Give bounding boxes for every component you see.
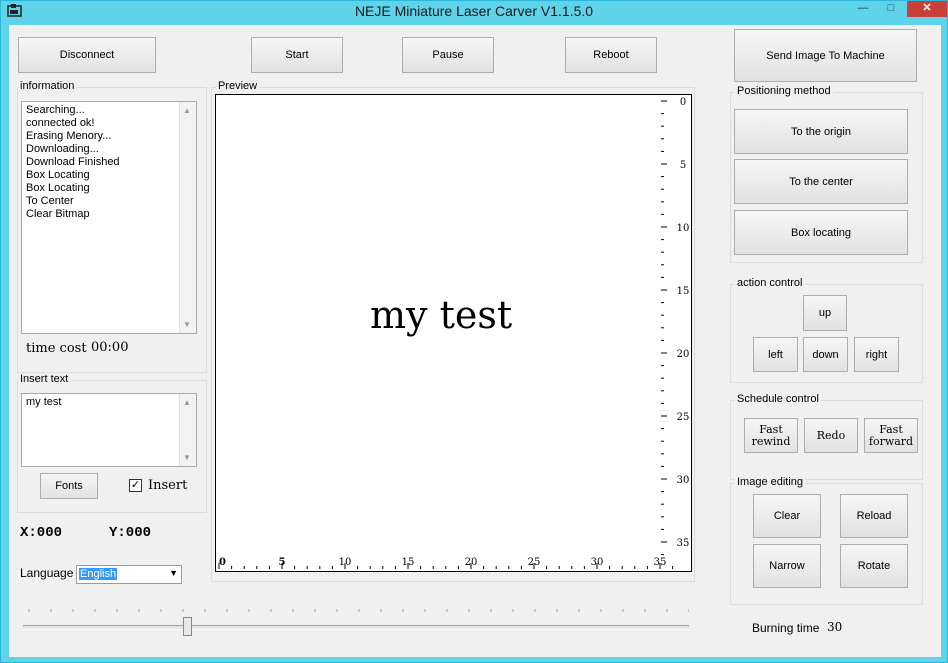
log-line: connected ok! (26, 117, 95, 129)
insert-checkbox[interactable]: ✓ (129, 479, 142, 492)
preview-text: my test (370, 293, 513, 337)
ruler-right-label: 0 (680, 97, 686, 108)
reload-button[interactable]: Reload (840, 494, 908, 538)
log-lines: Searching... connected ok! Erasing Menory.… (26, 104, 192, 221)
log-line: To Center (26, 195, 74, 207)
action-control-label: action control (735, 277, 805, 289)
send-image-button[interactable]: Send Image To Machine (734, 29, 917, 82)
ruler-right-label: 5 (680, 160, 686, 171)
language-selected-value: English (79, 568, 118, 580)
time-cost-label: time cost (26, 341, 87, 356)
log-line: Box Locating (26, 169, 90, 181)
ruler-bottom-label: 35 (654, 557, 667, 568)
checkmark-icon: ✓ (130, 479, 141, 491)
to-center-button[interactable]: To the center (734, 159, 908, 204)
fast-forward-line2: forward (868, 434, 914, 448)
client-area: Disconnect Start Pause Reboot Send Image… (9, 25, 941, 657)
insert-text-value: my test (26, 396, 62, 408)
x-coordinate: X:000 (20, 525, 63, 541)
ruler-right-label: 25 (677, 412, 690, 423)
ruler-right-label: 20 (677, 349, 690, 360)
fast-rewind-button[interactable]: Fast rewind (744, 418, 798, 453)
ruler-bottom-label: 30 (591, 557, 604, 568)
insert-checkbox-label: Insert (148, 478, 188, 493)
scroll-up-icon[interactable]: ▲ (183, 396, 191, 409)
right-button[interactable]: right (854, 337, 899, 372)
narrow-button[interactable]: Narrow (753, 544, 821, 588)
ruler-bottom-label: 15 (402, 557, 415, 568)
burning-time-value: 30 (827, 620, 843, 634)
information-label: information (18, 80, 77, 92)
ruler-right-label: 35 (677, 538, 690, 549)
ruler-bottom-label: 0 (219, 557, 226, 568)
language-label: Language (20, 566, 74, 580)
reboot-button[interactable]: Reboot (565, 37, 657, 73)
log-line: Downloading... (26, 143, 99, 155)
ruler-right-label: 30 (677, 475, 690, 486)
title-bar: NEJE Miniature Laser Carver V1.1.5.0 — □… (1, 1, 947, 23)
slider-thumb[interactable] (183, 617, 192, 636)
close-button[interactable]: ✕ (907, 1, 947, 17)
fast-forward-line1: Fast (879, 422, 903, 436)
clear-button[interactable]: Clear (753, 494, 821, 538)
up-button[interactable]: up (803, 295, 847, 331)
chevron-down-icon: ▼ (169, 568, 178, 578)
scroll-up-icon[interactable]: ▲ (183, 104, 191, 117)
pause-button[interactable]: Pause (402, 37, 494, 73)
log-line: Erasing Menory... (26, 130, 112, 142)
positioning-label: Positioning method (735, 85, 833, 97)
y-coordinate: Y:000 (109, 525, 152, 541)
log-line: Download Finished (26, 156, 120, 168)
fonts-button[interactable]: Fonts (40, 473, 98, 499)
fast-forward-button[interactable]: Fast forward (864, 418, 918, 453)
ruler-bottom-label: 5 (279, 557, 286, 568)
scroll-down-icon[interactable]: ▼ (183, 318, 191, 331)
redo-button[interactable]: Redo (804, 418, 858, 453)
preview-canvas[interactable]: my test 0 5 10 15 20 25 30 35 0 5 10 15 20 25 30 35 (215, 94, 692, 572)
start-button[interactable]: Start (251, 37, 343, 73)
ruler-bottom-label: 20 (465, 557, 478, 568)
image-editing-label: Image editing (735, 476, 806, 488)
ruler-right-label: 10 (677, 223, 690, 234)
ruler-bottom-label: 25 (528, 557, 541, 568)
insert-text-input[interactable]: my test ▲ ▼ (21, 393, 197, 467)
fast-rewind-line1: Fast (759, 422, 783, 436)
insert-text-label: Insert text (18, 373, 71, 385)
bottom-ruler: 0 5 10 15 20 25 30 35 (218, 557, 674, 569)
slider-track (23, 625, 689, 630)
scroll-down-icon[interactable]: ▼ (183, 451, 191, 464)
ruler-bottom-label: 10 (339, 557, 352, 568)
log-scrollbar[interactable]: ▲ ▼ (179, 102, 196, 333)
log-line: Searching... (26, 104, 85, 116)
rotate-button[interactable]: Rotate (840, 544, 908, 588)
ruler-right-label: 15 (677, 286, 690, 297)
to-origin-button[interactable]: To the origin (734, 109, 908, 154)
fast-rewind-line2: rewind (751, 434, 791, 448)
preview-label: Preview (216, 80, 260, 92)
log-listbox[interactable]: Searching... connected ok! Erasing Menory.… (21, 101, 197, 334)
log-line: Clear Bitmap (26, 208, 90, 220)
schedule-control-label: Schedule control (735, 393, 821, 405)
box-locating-button[interactable]: Box locating (734, 210, 908, 255)
insert-scrollbar[interactable]: ▲ ▼ (179, 394, 196, 466)
down-button[interactable]: down (803, 337, 848, 372)
time-cost-value: 00:00 (91, 340, 129, 355)
burning-time-label: Burning time (752, 621, 820, 635)
app-window: NEJE Miniature Laser Carver V1.1.5.0 — □… (0, 0, 948, 663)
right-ruler: 0 5 10 15 20 25 30 35 (661, 97, 690, 556)
window-title: NEJE Miniature Laser Carver V1.1.5.0 (354, 3, 594, 19)
maximize-button[interactable]: □ (879, 1, 903, 17)
disconnect-button[interactable]: Disconnect (18, 37, 156, 73)
burn-slider[interactable] (23, 605, 690, 636)
minimize-button[interactable]: — (851, 1, 875, 17)
language-select[interactable]: English ▼ (76, 565, 182, 584)
log-line: Box Locating (26, 182, 90, 194)
left-button[interactable]: left (753, 337, 798, 372)
slider-ticks (28, 609, 690, 612)
